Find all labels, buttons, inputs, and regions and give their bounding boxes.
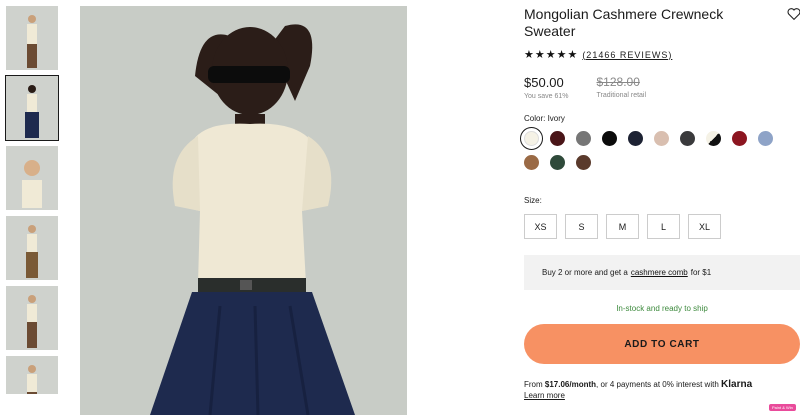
size-label: Size: [524, 196, 542, 205]
size-xl-button[interactable]: XL [688, 214, 721, 239]
product-info: Mongolian Cashmere Crewneck Sweater ★★★★… [520, 6, 800, 401]
swatch-black-ivory[interactable] [706, 131, 721, 146]
size-m-button[interactable]: M [606, 214, 639, 239]
color-swatches [520, 127, 784, 170]
heart-icon[interactable] [786, 6, 800, 22]
swatch-charcoal[interactable] [680, 131, 695, 146]
savings-text: You save 61% [524, 93, 569, 100]
cashmere-comb-link[interactable]: cashmere comb [631, 268, 688, 277]
star-rating-icon: ★★★★★ [524, 49, 579, 61]
reviews-link[interactable]: (21466 REVIEWS) [582, 50, 672, 60]
swatch-black[interactable] [602, 131, 617, 146]
swatch-red[interactable] [732, 131, 747, 146]
size-s-button[interactable]: S [565, 214, 598, 239]
rating: ★★★★★ (21466 REVIEWS) [524, 48, 800, 61]
product-title: Mongolian Cashmere Crewneck Sweater [524, 6, 724, 39]
current-price: $50.00 [524, 75, 564, 90]
thumbnail-2[interactable] [5, 75, 59, 141]
promo-text-end: for $1 [690, 268, 712, 277]
original-price: $128.00 [596, 75, 640, 89]
swatch-beige[interactable] [654, 131, 669, 146]
thumbnail-5[interactable] [6, 286, 58, 350]
learn-more-link[interactable]: Learn more [524, 391, 565, 400]
original-price-label: Traditional retail [596, 92, 647, 99]
swatch-grey[interactable] [576, 131, 591, 146]
price-block: $50.00 You save 61% $128.00 Traditional … [524, 75, 800, 100]
swatch-light-blue[interactable] [758, 131, 773, 146]
product-main-image [80, 6, 407, 415]
klarna-post: , or 4 payments at 0% interest with [596, 380, 719, 389]
thumbnail-6[interactable] [6, 356, 58, 394]
swatch-navy[interactable] [628, 131, 643, 146]
promo-text: Buy 2 or more and get a [542, 268, 628, 277]
thumbnail-3[interactable] [6, 146, 58, 210]
klarna-logo: Klarna [721, 379, 753, 390]
swatch-forest[interactable] [550, 155, 565, 170]
add-to-cart-button[interactable]: ADD TO CART [524, 324, 800, 364]
size-options: XS S M L XL [524, 214, 800, 239]
paint-win-badge[interactable]: Paint & Win [769, 404, 796, 411]
swatch-ivory[interactable] [520, 127, 543, 150]
swatch-chocolate[interactable] [576, 155, 591, 170]
swatch-camel[interactable] [524, 155, 539, 170]
swatch-burgundy[interactable] [550, 131, 565, 146]
thumbnail-1[interactable] [6, 6, 58, 70]
thumbnail-list [5, 6, 60, 400]
stock-status: In-stock and ready to ship [616, 304, 708, 313]
promo-banner: Buy 2 or more and get a cashmere comb fo… [524, 255, 800, 290]
thumbnail-4[interactable] [6, 216, 58, 280]
klarna-message: From $17.06/month, or 4 payments at 0% i… [524, 379, 800, 401]
klarna-pre: From [524, 380, 543, 389]
size-l-button[interactable]: L [647, 214, 680, 239]
klarna-amount: $17.06/month [544, 380, 597, 389]
size-xs-button[interactable]: XS [524, 214, 557, 239]
color-label: Color: Ivory [524, 114, 565, 123]
